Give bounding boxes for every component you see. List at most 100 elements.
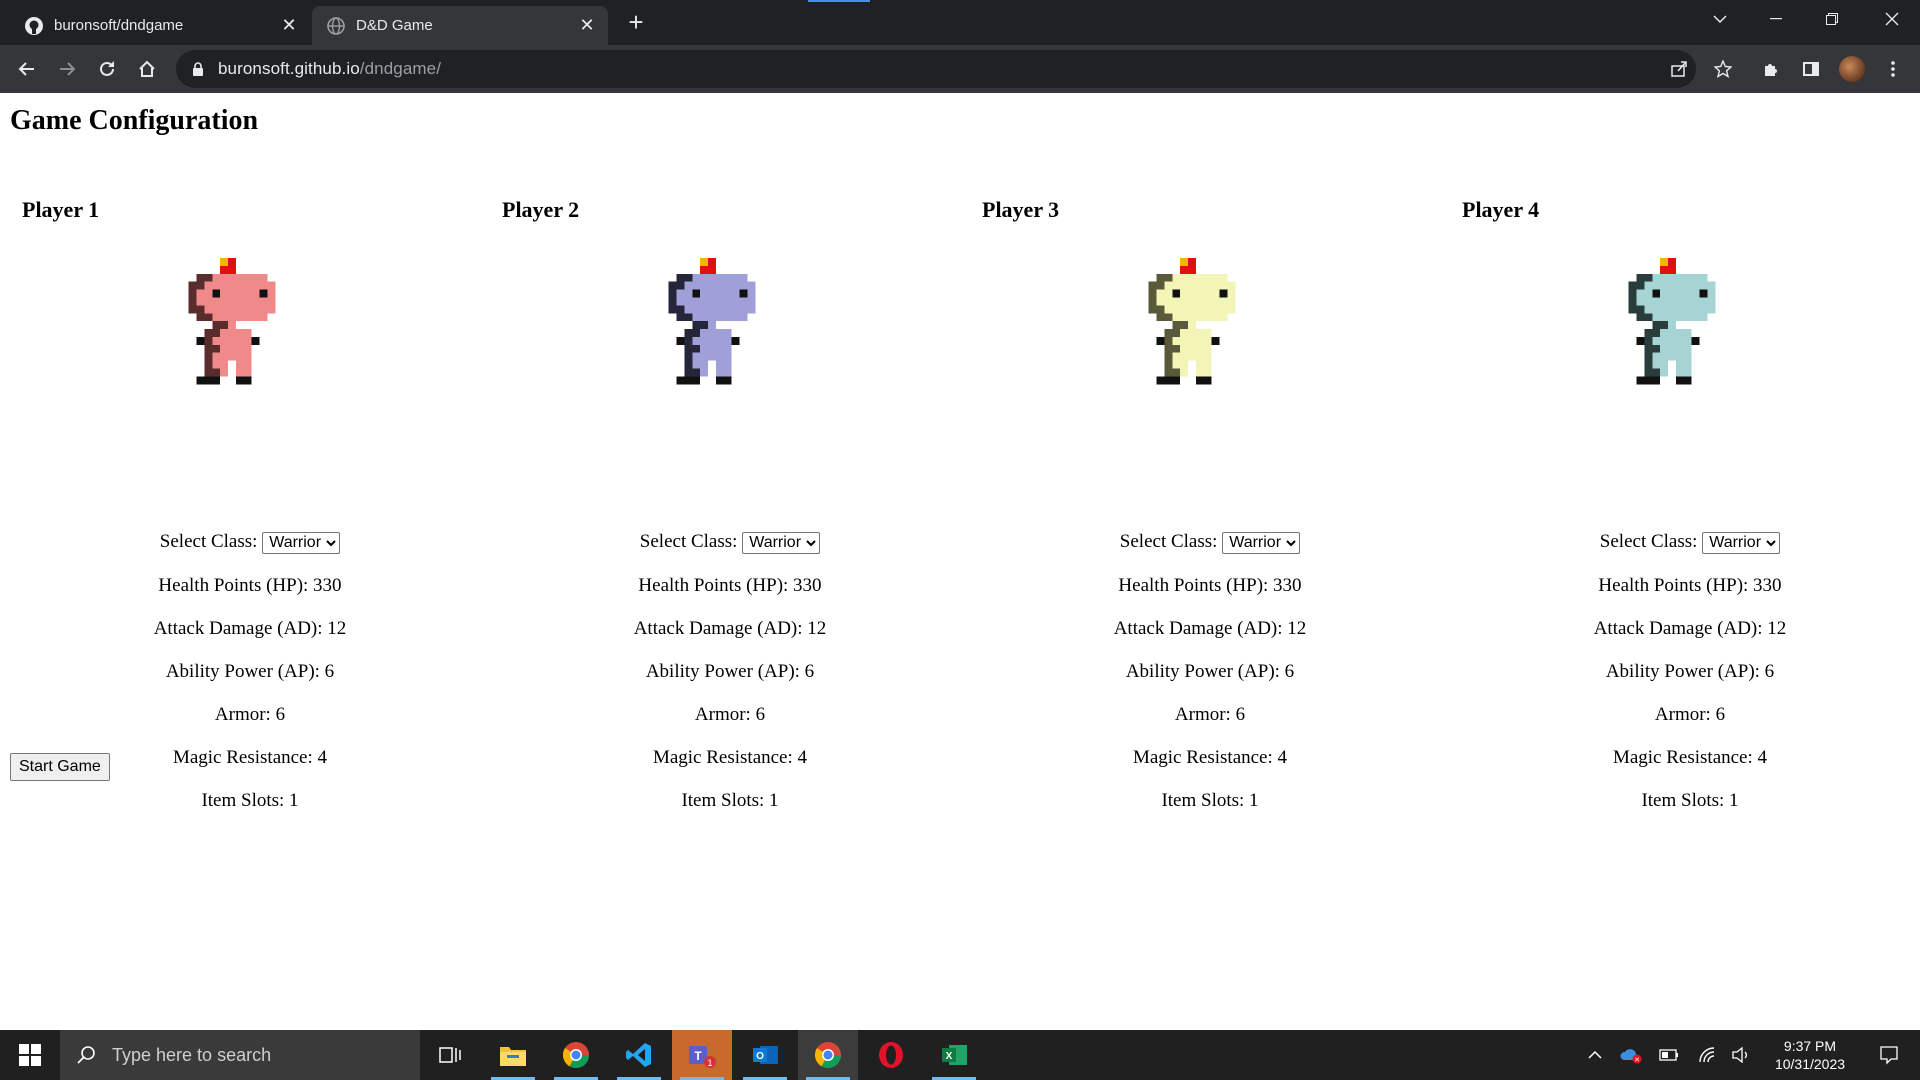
sprite-pixel [243, 344, 252, 353]
sprite-pixel [228, 352, 236, 361]
stat-mr: Magic Resistance: 4 [652, 747, 808, 768]
sprite-pixel [1180, 297, 1189, 306]
sprite-pixel [1180, 329, 1189, 337]
sprite-pixel [1699, 305, 1708, 314]
sprite-pixel [1172, 305, 1181, 314]
home-button[interactable] [130, 52, 164, 86]
reload-button[interactable] [90, 52, 124, 86]
sprite-pixel [1636, 297, 1645, 306]
tab-search-chevron-icon[interactable] [1692, 0, 1748, 38]
sprite-pixel [684, 273, 693, 282]
sprite-pixel [1195, 273, 1204, 282]
sprite-pixel [1148, 281, 1157, 290]
sprite-pixel [1644, 297, 1653, 306]
sprite-pixel [715, 281, 724, 290]
chrome-icon[interactable] [798, 1030, 858, 1080]
start-game-button[interactable]: Start Game [10, 753, 110, 781]
address-bar[interactable]: buronsoft.github.io/dndgame/ [176, 50, 1696, 88]
bookmark-star-icon[interactable] [1706, 52, 1740, 86]
sprite-pixel [188, 305, 197, 314]
sprite-pixel [676, 297, 685, 306]
sprite-pixel [1660, 297, 1669, 306]
outlook-icon[interactable]: O [735, 1030, 795, 1080]
lock-icon[interactable] [190, 61, 206, 77]
svg-text:T: T [694, 1049, 702, 1063]
class-select[interactable]: Warrior [1702, 531, 1781, 554]
sprite-pixel [1211, 313, 1220, 322]
stat-ad: Attack Damage (AD): 12 [153, 618, 347, 639]
class-select[interactable]: Warrior [1222, 531, 1301, 554]
class-select[interactable]: Warrior [742, 531, 821, 554]
sprite-pixel [692, 360, 701, 369]
sprite-pixel [220, 329, 229, 337]
class-select[interactable]: Warrior [262, 531, 341, 554]
class-select-row: Select Class: Warrior [1450, 530, 1920, 554]
windows-start-button[interactable] [0, 1030, 60, 1080]
sprite-pixel [1707, 305, 1716, 314]
close-tab-icon[interactable]: ✕ [278, 15, 300, 37]
sprite-pixel [1188, 258, 1196, 266]
close-tab-icon[interactable]: ✕ [576, 15, 598, 37]
show-hidden-icons-chevron-icon[interactable] [1578, 1030, 1612, 1080]
sprite-pixel [1644, 336, 1653, 345]
back-button[interactable] [10, 52, 44, 86]
sprite-pixel [1195, 289, 1204, 298]
sprite-pixel [1195, 376, 1204, 385]
sprite-pixel [1660, 360, 1669, 369]
sprite-pixel [1148, 289, 1157, 298]
sprite-pixel [1668, 336, 1676, 345]
sprite-pixel [676, 313, 685, 322]
opera-icon[interactable] [861, 1030, 921, 1080]
battery-icon[interactable] [1652, 1030, 1686, 1080]
share-icon[interactable] [1660, 50, 1698, 88]
onedrive-error-icon[interactable]: ✕ [1614, 1030, 1648, 1080]
notifications-icon[interactable] [1864, 1030, 1914, 1080]
sprite-pixel [204, 336, 213, 345]
sprite-pixel [196, 273, 205, 282]
file-explorer-icon[interactable] [483, 1030, 543, 1080]
player-card-3: Player 3 Select Class: Warrior Health Po… [970, 197, 1450, 811]
sprite-pixel [723, 376, 732, 385]
sprite-pixel [204, 360, 213, 369]
stat-item-slots: Item Slots: 1 [1641, 790, 1739, 811]
extensions-icon[interactable] [1754, 52, 1788, 86]
sprite-pixel [243, 352, 252, 361]
sprite-pixel [1636, 376, 1645, 385]
class-select-row: Select Class: Warrior [490, 530, 970, 554]
excel-icon[interactable]: X [924, 1030, 984, 1080]
stat-armor: Armor: 6 [214, 704, 286, 725]
sprite-pixel [196, 376, 205, 385]
sprite-pixel [708, 336, 716, 345]
sprite-pixel [668, 289, 677, 298]
task-view-icon[interactable] [420, 1030, 480, 1080]
tab-dnd-game[interactable]: D&D Game ✕ [312, 6, 608, 45]
wifi-icon[interactable] [1690, 1030, 1724, 1080]
menu-kebab-icon[interactable] [1876, 52, 1910, 86]
forward-button[interactable] [50, 52, 84, 86]
restore-button[interactable] [1804, 0, 1860, 38]
minimize-button[interactable] [1748, 0, 1804, 38]
sprite-pixel [251, 297, 260, 306]
sprite-pixel [1180, 281, 1189, 290]
sprite-pixel [692, 368, 701, 377]
sprite-pixel [1675, 360, 1684, 369]
sprite-pixel [1203, 281, 1212, 290]
chrome-icon[interactable] [546, 1030, 606, 1080]
new-tab-button[interactable]: + [622, 8, 650, 36]
teams-icon[interactable]: T1 [672, 1030, 732, 1080]
sprite-pixel [235, 352, 244, 361]
sprite-pixel [1691, 297, 1700, 306]
vscode-icon[interactable] [609, 1030, 669, 1080]
sprite-pixel [676, 289, 685, 298]
sprite-pixel [1172, 273, 1181, 282]
side-panel-icon[interactable] [1794, 52, 1828, 86]
taskbar-search-box[interactable]: Type here to search [60, 1030, 420, 1080]
sprite-pixel [1195, 281, 1204, 290]
browser-toolbar: buronsoft.github.io/dndgame/ [0, 45, 1920, 93]
close-window-button[interactable] [1864, 0, 1920, 38]
tab-github[interactable]: buronsoft/dndgame ✕ [10, 6, 310, 45]
taskbar-clock[interactable]: 9:37 PM 10/31/2023 [1750, 1037, 1870, 1073]
sprite-pixel [747, 297, 756, 306]
github-icon [24, 16, 44, 36]
profile-avatar[interactable] [1835, 52, 1869, 86]
